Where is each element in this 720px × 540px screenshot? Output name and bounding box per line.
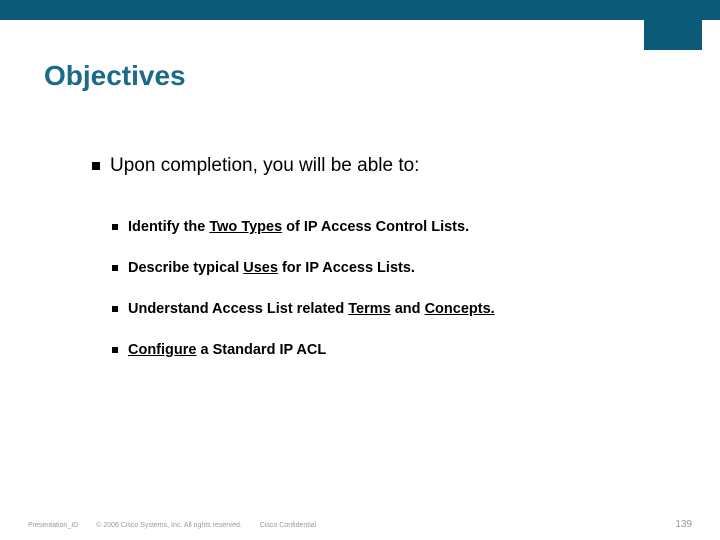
corner-accent	[644, 20, 702, 50]
sub-bullet-list: Identify the Two Types of IP Access Cont…	[112, 218, 652, 359]
slide: Objectives Upon completion, you will be …	[0, 0, 720, 540]
main-bullet-text: Upon completion, you will be able to:	[110, 155, 419, 176]
list-item: Describe typical Uses for IP Access List…	[112, 259, 652, 278]
footer-presentation-id: Presentation_ID	[28, 522, 78, 529]
list-item-text: Describe typical Uses for IP Access List…	[128, 259, 415, 278]
list-item: Identify the Two Types of IP Access Cont…	[112, 218, 652, 237]
list-item-text: Configure a Standard IP ACL	[128, 341, 326, 360]
main-bullet: Upon completion, you will be able to:	[92, 155, 419, 177]
footer: Presentation_ID © 2006 Cisco Systems, In…	[28, 519, 692, 530]
list-item-text: Identify the Two Types of IP Access Cont…	[128, 218, 469, 237]
footer-confidential: Cisco Confidential	[260, 522, 316, 529]
square-bullet-icon	[112, 265, 118, 271]
top-brand-bar	[0, 0, 720, 20]
list-item: Configure a Standard IP ACL	[112, 341, 652, 360]
square-bullet-icon	[112, 306, 118, 312]
list-item: Understand Access List related Terms and…	[112, 300, 652, 319]
page-number: 139	[675, 519, 692, 530]
square-bullet-icon	[112, 347, 118, 353]
list-item-text: Understand Access List related Terms and…	[128, 300, 495, 319]
slide-title: Objectives	[44, 60, 186, 92]
square-bullet-icon	[92, 162, 100, 170]
square-bullet-icon	[112, 224, 118, 230]
footer-copyright: © 2006 Cisco Systems, Inc. All rights re…	[96, 522, 242, 529]
